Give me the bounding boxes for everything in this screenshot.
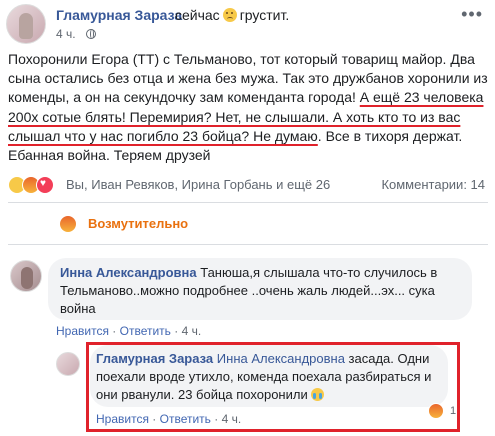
reply-bubble: Гламурная Зараза Инна Александровна заса… — [90, 345, 448, 407]
reply-author[interactable]: Гламурная Зараза — [96, 351, 213, 366]
post-header: Гламурная Зараза сейчас грустит. 4 ч. ••• — [0, 0, 495, 44]
divider — [8, 244, 488, 245]
angry-react-icon — [60, 216, 76, 232]
comments-section: Инна Александровна Танюша,я слышала что-… — [0, 248, 495, 436]
reply-reaction-count: 1 — [450, 405, 457, 417]
like-link[interactable]: Нравится — [56, 324, 109, 338]
action-bar: Возмутительно — [0, 207, 495, 243]
more-options-icon[interactable]: ••• — [461, 4, 483, 25]
post-timestamp[interactable]: 4 ч. — [56, 27, 76, 41]
crying-emoji-icon — [311, 388, 325, 401]
post-body: Похоронили Егора (ТТ) с Тельманово, тот … — [8, 50, 488, 165]
status-word: грустит. — [239, 7, 290, 23]
reply-mention[interactable]: Инна Александровна — [217, 351, 345, 366]
post-author-name[interactable]: Гламурная Зараза — [56, 7, 182, 23]
post-status: сейчас грустит. — [175, 7, 289, 23]
reaction-names[interactable]: Вы, Иван Ревяков, Ирина Горбань и ещё 26 — [66, 177, 330, 192]
globe-icon — [86, 29, 96, 39]
author-avatar[interactable] — [6, 4, 46, 44]
love-react-icon — [36, 176, 54, 194]
comment-meta: Нравится · Ответить · 4 ч. — [56, 324, 202, 338]
comment-bubble: Инна Александровна Танюша,я слышала что-… — [48, 258, 472, 320]
comment-avatar[interactable] — [10, 260, 42, 292]
comment-time[interactable]: 4 ч. — [182, 324, 202, 338]
reply-link[interactable]: Ответить — [120, 324, 171, 338]
reactions-summary: Вы, Иван Ревяков, Ирина Горбань и ещё 26… — [0, 176, 495, 196]
reply-link[interactable]: Ответить — [160, 412, 211, 426]
like-link[interactable]: Нравится — [96, 412, 149, 426]
sad-emoji-icon — [222, 8, 237, 22]
comments-count[interactable]: Комментарии: 14 — [381, 177, 485, 192]
status-prefix[interactable]: сейчас — [175, 7, 220, 23]
reply-meta: Нравится · Ответить · 4 ч. — [96, 412, 242, 426]
angry-react-icon[interactable] — [428, 403, 444, 419]
comment-author[interactable]: Инна Александровна — [60, 265, 197, 280]
divider — [8, 202, 488, 203]
reaction-icons[interactable] — [8, 176, 68, 194]
angry-reaction-button[interactable]: Возмутительно — [88, 216, 188, 231]
reply-time[interactable]: 4 ч. — [222, 412, 242, 426]
reply-avatar[interactable] — [56, 352, 80, 376]
